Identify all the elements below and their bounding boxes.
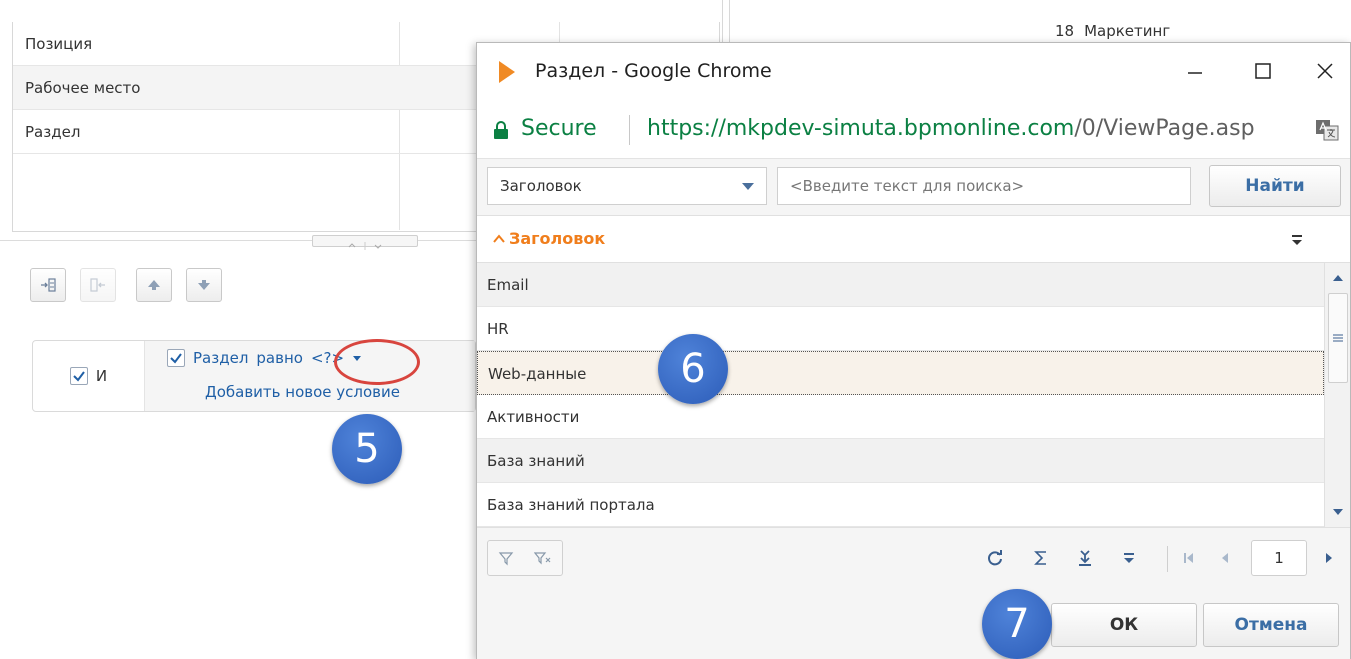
checkmark-icon [73, 371, 85, 382]
background-top-right-cell: 18 Маркетинг [1055, 22, 1170, 40]
arrow-down-icon [198, 280, 210, 290]
scroll-thumb[interactable] [1328, 293, 1348, 383]
chevron-down-icon[interactable] [730, 168, 766, 204]
secure-label: Secure [521, 116, 597, 141]
grid-scrollbar[interactable] [1324, 263, 1350, 527]
row-label: Рабочее место [25, 79, 141, 97]
row-label: Позиция [25, 35, 93, 53]
sum-icon[interactable] [1031, 548, 1051, 568]
arrow-up-icon [148, 280, 160, 290]
step-badge-5: 5 [332, 414, 402, 484]
lookup-grid: Email HR Web-данные Активности База знан… [477, 263, 1324, 527]
page-number-field[interactable]: 1 [1251, 540, 1307, 576]
lookup-window: Раздел - Google Chrome Secure https://mk… [476, 42, 1351, 659]
filter-condition: Раздел равно <?> [167, 349, 362, 367]
search-column-value: Заголовок [500, 177, 582, 195]
search-input[interactable]: <Введите текст для поиска> [777, 167, 1191, 205]
maximize-icon [1255, 63, 1271, 79]
add-group-button[interactable] [30, 268, 66, 302]
highlight-circle [334, 339, 420, 385]
condition-operator-link[interactable]: равно [256, 349, 303, 367]
ungroup-button[interactable] [80, 268, 116, 302]
app-logo-icon [499, 61, 515, 83]
search-column-select[interactable]: Заголовок [487, 167, 767, 205]
maximize-button[interactable] [1243, 53, 1283, 89]
list-item[interactable]: Активности [477, 395, 1324, 439]
find-button[interactable]: Найти [1209, 165, 1341, 207]
filter-conditions: Раздел равно <?> Добавить новое условие [145, 341, 475, 411]
group-checkbox[interactable] [69, 367, 88, 385]
window-titlebar: Раздел - Google Chrome [477, 43, 1350, 101]
url-text[interactable]: https://mkpdev-simuta.bpmonline.com/0/Vi… [647, 116, 1305, 141]
list-item-label: Web-данные [488, 365, 587, 383]
list-item-label: База знаний [487, 452, 585, 470]
grip-icon [1333, 334, 1343, 342]
list-item[interactable]: HR [477, 307, 1324, 351]
export-icon[interactable] [1075, 548, 1095, 568]
list-item-label: HR [487, 320, 509, 338]
move-down-button[interactable] [186, 268, 222, 302]
screen: Позиция Рабочее место Раздел 18 Маркетинг [0, 0, 1351, 659]
ok-button[interactable]: ОК [1051, 603, 1197, 647]
checkmark-icon [170, 353, 182, 364]
url-path: /0/ViewPage.asp [1074, 116, 1255, 141]
dialog-footer: ОК Отмена [477, 587, 1350, 659]
scroll-up-icon[interactable] [1332, 273, 1344, 283]
minimize-button[interactable] [1175, 53, 1215, 89]
filter-group[interactable]: И [33, 341, 145, 411]
row-value: Маркетинг [1084, 22, 1171, 40]
lock-icon [494, 121, 508, 139]
cancel-button[interactable]: Отмена [1203, 603, 1339, 647]
toolbar-separator [1167, 546, 1168, 572]
next-page-icon[interactable] [1319, 548, 1339, 568]
previous-page-icon[interactable] [1215, 548, 1235, 568]
step-badge-6: 6 [658, 334, 728, 404]
row-number: 18 [1055, 22, 1075, 40]
condition-field-link[interactable]: Раздел [193, 349, 248, 367]
group-logic-label[interactable]: И [96, 367, 107, 385]
list-item[interactable]: База знаний портала [477, 483, 1324, 527]
splitter-arrows-icon [348, 242, 382, 250]
move-up-button[interactable] [136, 268, 172, 302]
filter-buttons [487, 540, 563, 576]
column-menu-icon[interactable] [1289, 232, 1305, 248]
first-page-icon[interactable] [1179, 548, 1199, 568]
translate-icon[interactable] [1315, 119, 1339, 141]
filter-icon[interactable] [498, 550, 514, 566]
group-remove-icon [90, 278, 105, 292]
condition-checkbox[interactable] [167, 349, 185, 367]
add-condition-link[interactable]: Добавить новое условие [205, 383, 400, 401]
list-item-selected[interactable]: Web-данные [477, 351, 1324, 395]
url-host: https://mkpdev-simuta.bpmonline.com [647, 116, 1075, 141]
grid-column-header[interactable]: Заголовок [477, 215, 1350, 263]
filter-clear-icon[interactable] [534, 550, 552, 566]
search-row: Заголовок <Введите текст для поиска> Най… [477, 159, 1350, 215]
list-item-label: База знаний портала [487, 496, 655, 514]
list-item[interactable]: Email [477, 263, 1324, 307]
close-icon [1317, 63, 1333, 79]
list-item[interactable]: База знаний [477, 439, 1324, 483]
address-bar[interactable]: Secure https://mkpdev-simuta.bpmonline.c… [477, 101, 1350, 159]
grid-toolbar: 1 [477, 527, 1350, 587]
step-badge-7: 7 [982, 589, 1052, 659]
window-title: Раздел - Google Chrome [535, 60, 772, 82]
list-item-label: Email [487, 276, 529, 294]
address-separator [629, 115, 630, 145]
close-button[interactable] [1305, 53, 1345, 89]
row-label: Раздел [25, 123, 81, 141]
splitter-grip[interactable] [312, 235, 418, 250]
group-add-icon [41, 278, 56, 292]
sort-ascending-icon [493, 234, 505, 243]
more-options-icon[interactable] [1119, 548, 1139, 568]
column-title: Заголовок [509, 229, 606, 248]
refresh-icon[interactable] [985, 548, 1005, 568]
minimize-icon [1188, 72, 1202, 74]
scroll-down-icon[interactable] [1332, 507, 1344, 517]
list-item-label: Активности [487, 408, 580, 426]
